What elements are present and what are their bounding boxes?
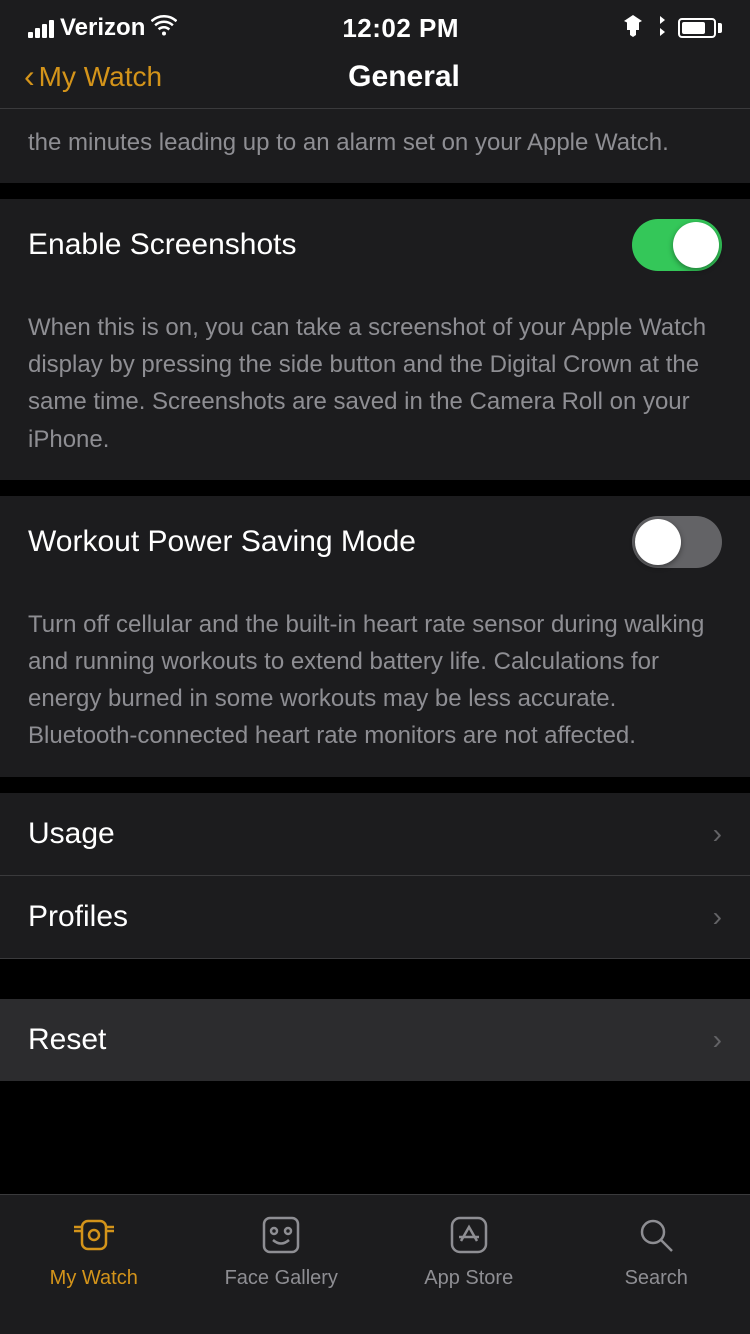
back-label: My Watch — [39, 61, 162, 93]
location-icon — [624, 15, 642, 42]
partial-alarm-text: the minutes leading up to an alarm set o… — [0, 109, 750, 183]
tab-face-gallery[interactable]: Face Gallery — [188, 1209, 376, 1290]
profiles-chevron-icon: › — [713, 901, 722, 933]
battery-icon — [678, 18, 722, 38]
tab-my-watch[interactable]: My Watch — [0, 1209, 188, 1290]
bluetooth-icon — [652, 15, 668, 42]
status-bar: Verizon 12:02 PM — [0, 0, 750, 50]
app-store-icon — [443, 1209, 495, 1261]
reset-row[interactable]: Reset › — [0, 999, 750, 1081]
workout-power-saving-row: Workout Power Saving Mode — [0, 496, 750, 588]
workout-power-saving-label: Workout Power Saving Mode — [28, 525, 416, 559]
wifi-icon — [151, 14, 177, 42]
back-button[interactable]: ‹ My Watch — [24, 61, 162, 93]
my-watch-icon — [68, 1209, 120, 1261]
screenshots-description: When this is on, you can take a screensh… — [0, 291, 750, 480]
content: the minutes leading up to an alarm set o… — [0, 109, 750, 1221]
toggle-thumb-workout — [635, 519, 681, 565]
profiles-row[interactable]: Profiles › — [0, 876, 750, 959]
tab-face-gallery-label: Face Gallery — [225, 1267, 338, 1290]
search-icon — [630, 1209, 682, 1261]
face-gallery-icon — [255, 1209, 307, 1261]
workout-power-saving-toggle[interactable] — [632, 516, 722, 568]
nav-rows-section: Usage › Profiles › — [0, 793, 750, 959]
reset-section: Reset › — [0, 999, 750, 1081]
toggle-thumb — [673, 222, 719, 268]
screenshots-section: Enable Screenshots — [0, 199, 750, 291]
enable-screenshots-label: Enable Screenshots — [28, 228, 297, 262]
tab-app-store[interactable]: App Store — [375, 1209, 563, 1290]
tab-my-watch-label: My Watch — [50, 1267, 138, 1290]
enable-screenshots-toggle[interactable] — [632, 219, 722, 271]
usage-row[interactable]: Usage › — [0, 793, 750, 876]
profiles-label: Profiles — [28, 900, 128, 934]
tab-bar: My Watch Face Gallery App Store — [0, 1194, 750, 1334]
workout-description: Turn off cellular and the built-in heart… — [0, 588, 750, 777]
page-title: General — [162, 60, 646, 94]
usage-chevron-icon: › — [713, 818, 722, 850]
reset-chevron-icon: › — [713, 1024, 722, 1056]
tab-app-store-label: App Store — [424, 1267, 513, 1290]
signal-bars-icon — [28, 18, 54, 38]
tab-search-label: Search — [625, 1267, 688, 1290]
reset-label: Reset — [28, 1023, 106, 1057]
workout-section: Workout Power Saving Mode — [0, 496, 750, 588]
status-left: Verizon — [28, 14, 177, 42]
status-time: 12:02 PM — [342, 13, 459, 44]
enable-screenshots-row: Enable Screenshots — [0, 199, 750, 291]
status-right — [624, 15, 722, 42]
usage-label: Usage — [28, 817, 115, 851]
nav-bar: ‹ My Watch General — [0, 50, 750, 109]
tab-search[interactable]: Search — [563, 1209, 750, 1290]
carrier-label: Verizon — [60, 14, 145, 42]
back-chevron-icon: ‹ — [24, 60, 35, 92]
